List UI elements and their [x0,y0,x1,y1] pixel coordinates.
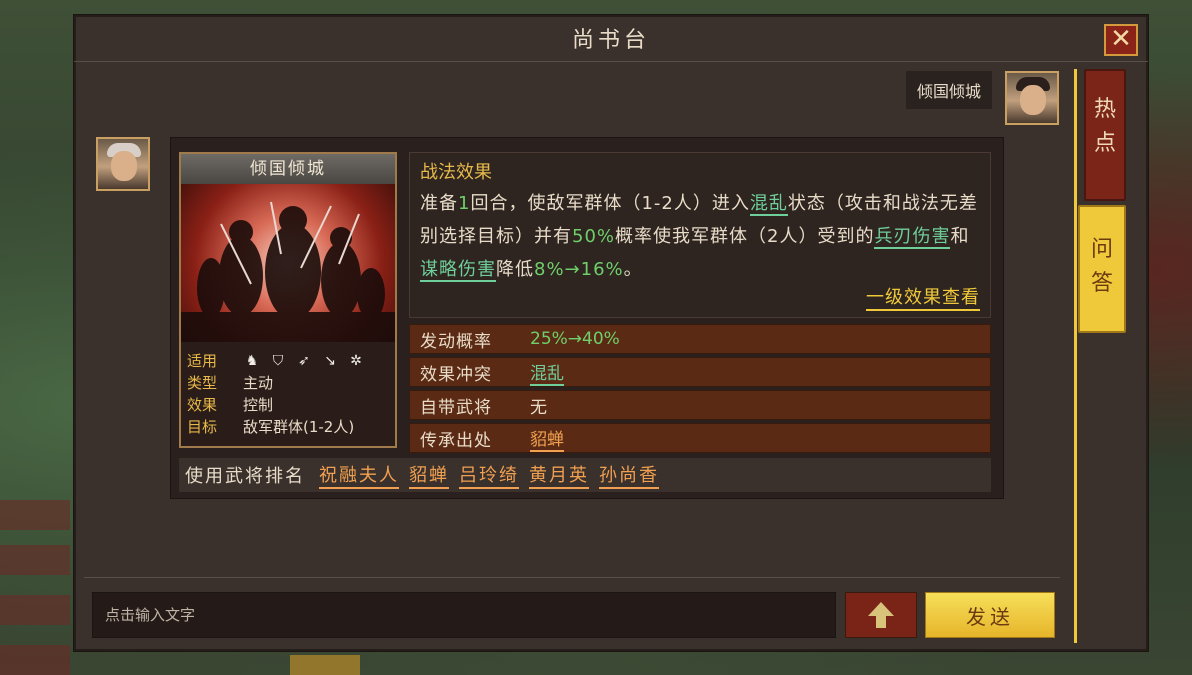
background-button [290,655,360,675]
meta-target: 目标 敌军群体(1-2人) [187,416,389,438]
meta-key: 类型 [187,374,218,392]
skill-meta: 适用 ♞ ⛉ ➶ ↘ ✲ 类型 主动 效果 控制 目标 敌军群体(1-2人) [187,350,389,438]
chat-input-area: 点击输入文字 发送 [84,577,1060,640]
background-panel [0,595,70,625]
background-panel [0,545,70,575]
level-one-effect-link[interactable]: 一级效果查看 [866,283,980,311]
info-key: 传承出处 [420,430,492,451]
effect-title: 战法效果 [420,162,492,183]
close-icon: ✕ [1110,24,1132,54]
scroll-up-button[interactable] [845,592,917,638]
meta-value: 敌军群体(1-2人) [243,418,355,436]
skill-card: 倾国倾城 适用 ♞ ⛉ ➶ ↘ ✲ 类型 主动 效果 控制 目标 敌军群体(1-… [170,137,1004,499]
background-panel [0,500,70,530]
bow-icon: ➶ [298,353,310,369]
info-row-conflict: 效果冲突 混乱 [409,357,991,387]
spear-icon: ↘ [324,353,336,369]
background-panel [0,645,70,675]
info-key: 发动概率 [420,331,492,352]
strategy-damage-link[interactable]: 谋略伤害 [420,259,496,282]
warriors-silhouette [181,201,395,342]
cavalry-icon: ♞ [245,353,259,369]
meta-key: 适用 [187,352,218,370]
meta-type: 类型 主动 [187,372,389,394]
info-row-inherit-source: 传承出处 貂蝉 [409,423,991,453]
dialog-title: 尚书台 [571,28,650,53]
ranking-general-link[interactable]: 祝融夫人 [319,461,399,489]
ranking-general-link[interactable]: 黄月英 [529,461,589,489]
arrow-up-icon [868,602,894,628]
shield-icon: ⛉ [272,353,284,369]
ranking-general-link[interactable]: 貂蝉 [409,461,449,489]
info-value-link[interactable]: 混乱 [530,359,564,386]
skill-effect-box: 战法效果 准备1回合，使敌军群体（1-2人）进入混乱状态（攻击和战法无差别选择目… [409,152,991,318]
meta-value: 主动 [243,374,274,392]
info-value: 无 [530,397,547,418]
title-bar: 尚书台 ✕ [74,15,1148,62]
wheel-icon: ✲ [350,353,362,369]
troop-type-icons: ♞ ⛉ ➶ ↘ ✲ [243,350,365,372]
user-question-bubble: 倾国倾城 [906,71,992,109]
effect-text: 准备1回合，使敌军群体（1-2人）进入混乱状态（攻击和战法无差别选择目标）并有5… [420,193,978,282]
info-key: 自带武将 [420,397,492,418]
tab-qa[interactable]: 问 答 [1078,205,1126,333]
tab-label: 热 点 [1093,97,1116,156]
meta-key: 效果 [187,396,218,414]
info-value-link[interactable]: 貂蝉 [530,425,564,452]
meta-value: 控制 [243,396,274,414]
weapon-damage-link[interactable]: 兵刃伤害 [874,226,951,249]
shangshutai-dialog: 尚书台 ✕ 热 点 问 答 倾国倾城 倾国倾城 适用 ♞ ⛉ ➶ ↘ ✲ 类型 … [73,14,1149,652]
skill-name: 倾国倾城 [181,154,395,184]
ranking-general-link[interactable]: 孙尚香 [599,461,659,489]
ranking-label: 使用武将排名 [185,466,305,487]
info-key: 效果冲突 [420,364,492,385]
info-value: 25%→40% [530,329,620,349]
status-chaos-link[interactable]: 混乱 [749,193,788,216]
info-row-trigger-rate: 发动概率 25%→40% [409,324,991,354]
question-text: 倾国倾城 [916,82,981,101]
tab-hot-topics[interactable]: 热 点 [1084,69,1126,201]
chat-input[interactable]: 点击输入文字 [92,592,836,638]
ranking-general-link[interactable]: 吕玲绮 [459,461,519,489]
skill-illustration [181,184,395,342]
tab-label: 问 答 [1090,237,1113,296]
info-row-own-general: 自带武将 无 [409,390,991,420]
general-ranking-row: 使用武将排名 祝融夫人 貂蝉 吕玲绮 黄月英 孙尚香 [179,458,991,492]
meta-applicable: 适用 ♞ ⛉ ➶ ↘ ✲ [187,350,389,372]
meta-key: 目标 [187,418,218,436]
send-button[interactable]: 发送 [925,592,1055,638]
advisor-avatar [96,137,150,191]
skill-image-panel: 倾国倾城 适用 ♞ ⛉ ➶ ↘ ✲ 类型 主动 效果 控制 目标 敌军群体(1-… [179,152,397,448]
close-button[interactable]: ✕ [1104,24,1138,56]
tab-rail [1074,69,1077,643]
user-avatar [1005,71,1059,125]
meta-effect: 效果 控制 [187,394,389,416]
